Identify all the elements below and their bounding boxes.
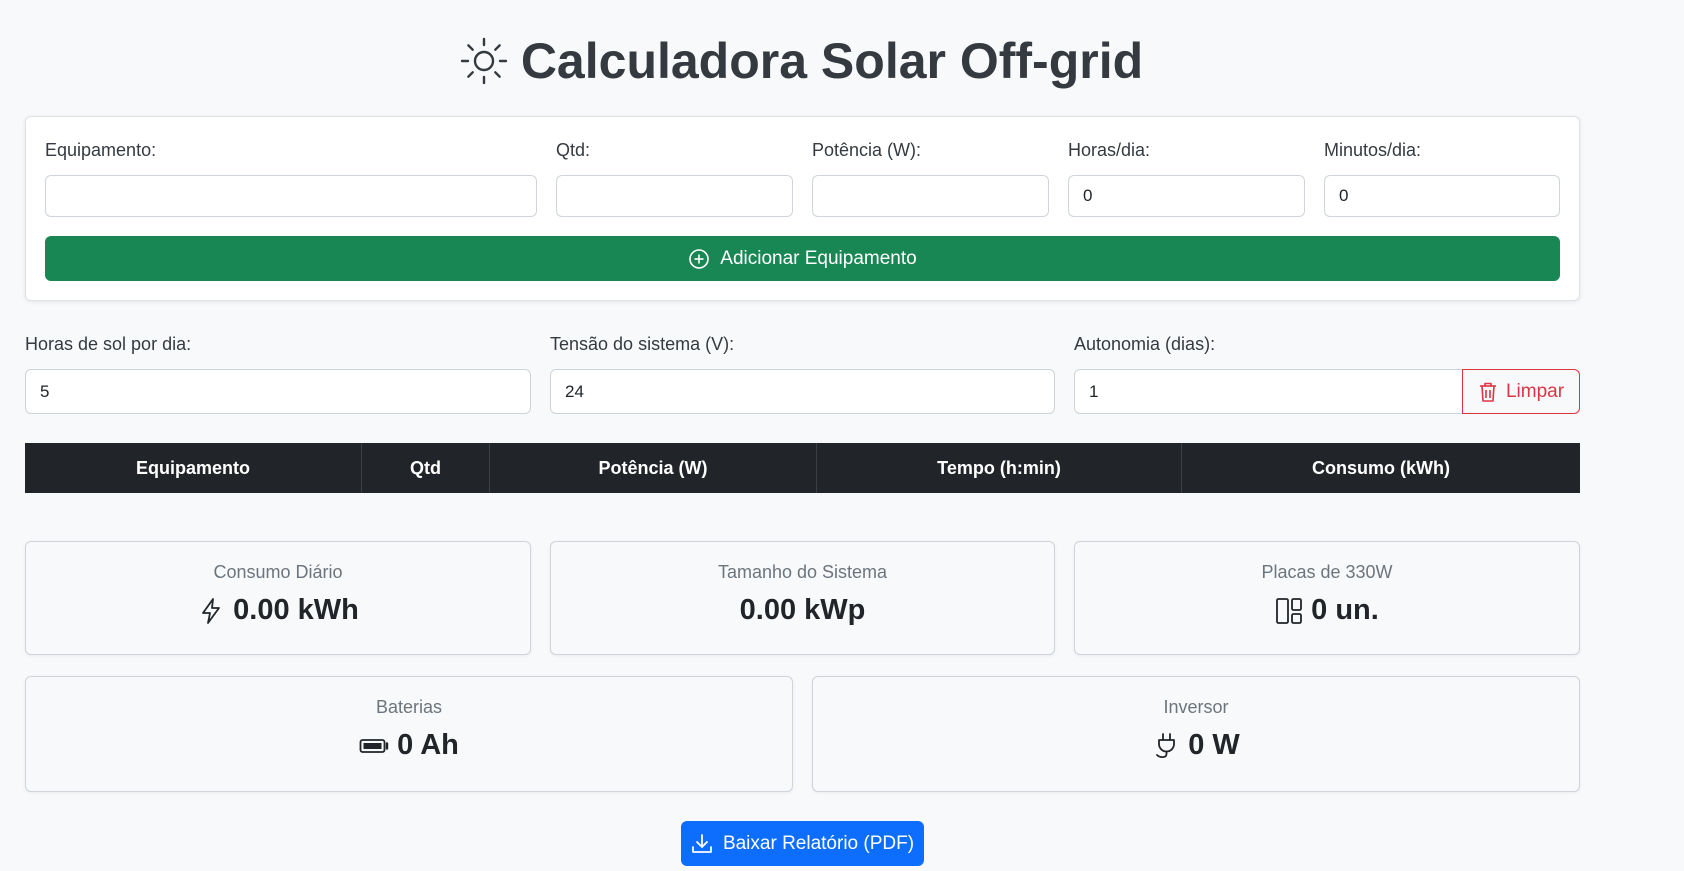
title-text: Calculadora Solar Off-grid [520, 33, 1144, 89]
panels-icon [1276, 597, 1303, 624]
minutos-input[interactable] [1324, 175, 1560, 217]
autonomy-input[interactable] [1074, 369, 1463, 414]
sun-hours-label: Horas de sol por dia: [25, 334, 192, 354]
potencia-input[interactable] [812, 175, 1049, 217]
horas-input[interactable] [1068, 175, 1305, 217]
inverter-value: 0 W [1188, 729, 1240, 761]
add-equipment-label: Adicionar Equipamento [720, 247, 917, 269]
panels-card: Placas de 330W 0 un. [1074, 541, 1580, 655]
equipamento-input[interactable] [45, 175, 537, 217]
batteries-card: Baterias 0 Ah [25, 676, 793, 792]
col-header-equipamento: Equipamento [25, 443, 362, 493]
download-report-button[interactable]: Baixar Relatório (PDF) [681, 821, 924, 866]
plug-icon [1156, 732, 1176, 758]
sun-icon [460, 37, 508, 85]
col-header-qtd: Qtd [362, 443, 490, 493]
system-size-card: Tamanho do Sistema 0.00 kWp [550, 541, 1055, 655]
clear-button[interactable]: Limpar [1462, 369, 1580, 414]
voltage-input[interactable] [550, 369, 1055, 414]
qtd-input[interactable] [556, 175, 793, 217]
qtd-label: Qtd: [556, 140, 591, 160]
equipment-table-header: Equipamento Qtd Potência (W) Tempo (h:mi… [25, 443, 1580, 493]
lightning-icon [202, 597, 221, 624]
clear-label: Limpar [1505, 380, 1565, 402]
sun-hours-input[interactable] [25, 369, 531, 414]
equipamento-label: Equipamento: [45, 140, 157, 160]
system-size-label: Tamanho do Sistema [717, 562, 888, 582]
daily-consumption-value: 0.00 kWh [233, 594, 359, 626]
voltage-label: Tensão do sistema (V): [550, 334, 735, 354]
daily-consumption-label: Consumo Diário [213, 562, 343, 582]
daily-consumption-card: Consumo Diário 0.00 kWh [25, 541, 531, 655]
battery-icon [359, 738, 389, 753]
inverter-label: Inversor [1163, 697, 1229, 717]
potencia-label: Potência (W): [812, 140, 922, 160]
download-icon [692, 833, 712, 853]
col-header-consumo: Consumo (kWh) [1312, 457, 1450, 478]
add-equipment-button[interactable]: Adicionar Equipamento [45, 236, 1560, 281]
inverter-card: Inversor 0 W [812, 676, 1580, 792]
minutos-label: Minutos/dia: [1324, 140, 1422, 160]
download-report-label: Baixar Relatório (PDF) [722, 832, 915, 854]
autonomy-label: Autonomia (dias): [1074, 334, 1216, 354]
panels-label: Placas de 330W [1261, 562, 1393, 582]
page-title: Calculadora Solar Off-grid [0, 30, 1602, 92]
plus-circle-icon [689, 248, 710, 269]
batteries-label: Baterias [375, 697, 443, 717]
panels-value: 0 un. [1311, 594, 1379, 626]
horas-label: Horas/dia: [1068, 140, 1151, 160]
col-header-potencia: Potência (W) [490, 443, 817, 493]
trash-icon [1479, 382, 1496, 402]
system-size-value: 0.00 kWp [739, 594, 866, 626]
col-header-tempo: Tempo (h:min) [817, 443, 1182, 493]
batteries-value: 0 Ah [397, 729, 459, 761]
